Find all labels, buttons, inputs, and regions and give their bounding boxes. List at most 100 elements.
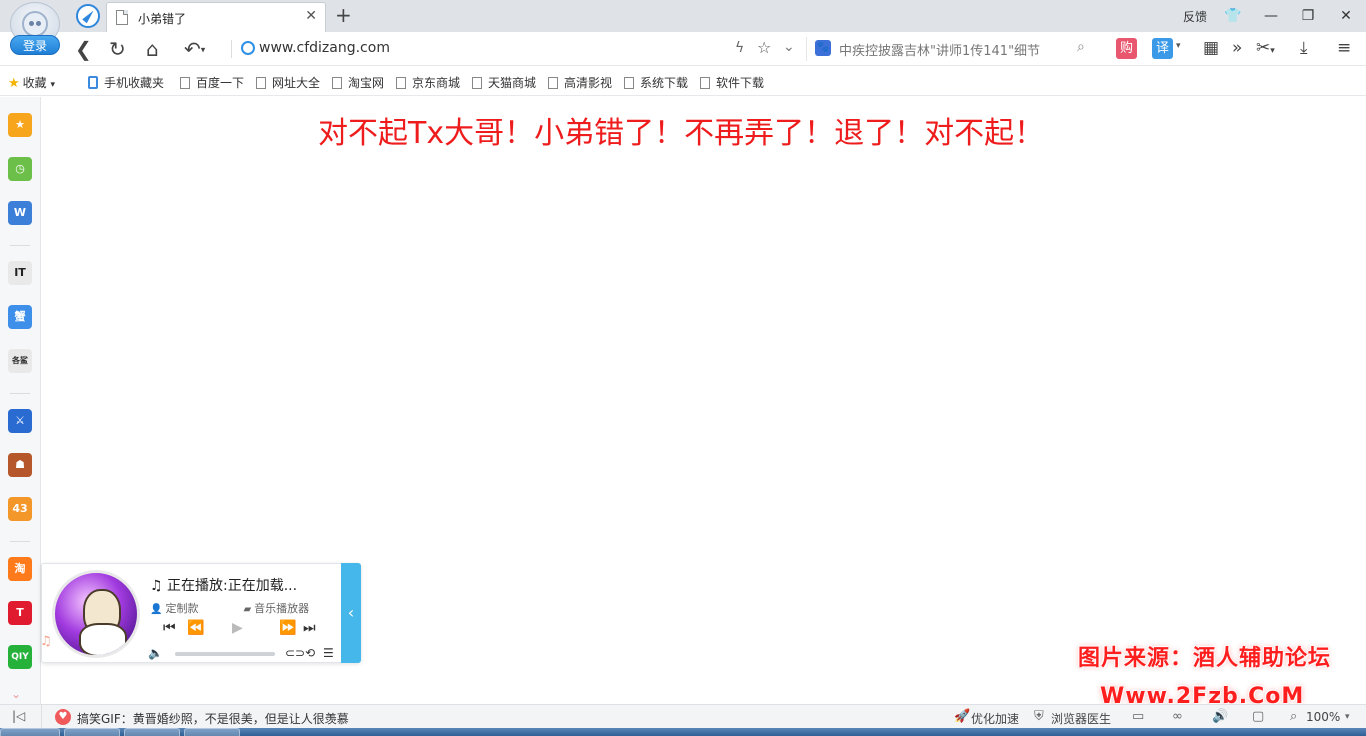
fast-forward-icon[interactable]: ⏩ <box>279 620 296 636</box>
page-icon <box>256 77 266 89</box>
watermark-source: 图片来源：酒人辅助论坛 <box>1078 646 1332 671</box>
security-shield-icon[interactable] <box>241 41 255 55</box>
browser-doctor-button[interactable]: 浏览器医生 <box>1051 710 1111 727</box>
minimize-icon[interactable]: — <box>1259 5 1283 27</box>
taskbar-item[interactable] <box>124 728 180 736</box>
bookmark-hao123[interactable]: 网址大全 <box>256 74 320 91</box>
album-cover[interactable] <box>52 570 140 658</box>
lightning-icon[interactable]: ϟ <box>735 40 744 56</box>
volume-icon[interactable]: 🔈 <box>148 646 163 660</box>
sidebar-iqiyi-icon[interactable]: QIY <box>8 645 32 669</box>
apps-grid-icon[interactable]: ▦ <box>1203 38 1219 58</box>
chevron-down-icon[interactable]: ▾ <box>1176 41 1181 51</box>
bookmark-label: 高清影视 <box>564 76 613 90</box>
player-label[interactable]: 音乐播放器 <box>254 602 309 615</box>
bookmark-label: 京东商城 <box>412 76 461 90</box>
optimize-button[interactable]: 优化加速 <box>971 710 1019 727</box>
taskbar-item[interactable] <box>184 728 240 736</box>
sidebar-favorites-icon[interactable]: ★ <box>8 113 32 137</box>
translate-button[interactable]: 译 <box>1152 38 1173 59</box>
shopping-button[interactable]: 购 <box>1116 38 1137 59</box>
sidebar-collapse-icon[interactable]: |◁ <box>12 709 25 723</box>
skip-last-icon[interactable]: ⏭ <box>303 620 316 636</box>
bookmark-label: 系统下载 <box>640 76 689 90</box>
bookmark-movies[interactable]: 高清影视 <box>548 74 612 91</box>
zoom-level[interactable]: 100% <box>1306 710 1340 724</box>
glasses-icon[interactable]: ∞ <box>1172 709 1183 724</box>
restore-icon[interactable]: ❐ <box>1296 5 1320 27</box>
skip-first-icon[interactable]: ⏮ <box>163 620 176 636</box>
menu-icon[interactable]: ≡ <box>1337 38 1351 58</box>
player-collapse-button[interactable]: ‹ <box>341 563 361 663</box>
repeat-icon[interactable]: ⟲ <box>305 646 315 660</box>
bookmark-label: 天猫商城 <box>488 76 537 90</box>
scissors-icon[interactable]: ✂▾ <box>1256 38 1275 61</box>
play-icon[interactable]: ▶ <box>232 620 243 636</box>
sidebar-scroll-down-icon[interactable]: ⌄ <box>11 687 21 701</box>
sidebar-history-icon[interactable]: ◷ <box>8 157 32 181</box>
close-tab-icon[interactable]: ✕ <box>305 8 317 24</box>
page-icon <box>396 77 406 89</box>
bookmark-label: 淘宝网 <box>348 76 385 90</box>
loop-icon[interactable]: ⊂⊃ <box>285 646 305 660</box>
playlist-icon[interactable]: ☰ <box>323 646 334 660</box>
login-button[interactable]: 登录 <box>10 35 60 55</box>
refresh-icon[interactable]: ↻ <box>109 37 126 61</box>
skin-icon[interactable]: 👕 <box>1221 5 1245 27</box>
news-ticker[interactable]: 搞笑GIF：黄晋婚纱照，不是很美，但是让人很羡慕 <box>77 710 349 727</box>
tab-title: 小弟错了 <box>138 12 187 26</box>
favorites-menu[interactable]: ★ 收藏 ▾ <box>8 74 55 91</box>
window-icon[interactable]: ▢ <box>1252 709 1264 724</box>
bookmark-software-download[interactable]: 软件下载 <box>700 74 764 91</box>
custom-label[interactable]: 定制款 <box>165 602 198 615</box>
sidebar-it-icon[interactable]: IT <box>8 261 32 285</box>
chevron-down-icon[interactable]: ⌄ <box>783 39 795 55</box>
progress-slider[interactable] <box>175 652 275 656</box>
music-note-icon: ♫ <box>40 634 52 649</box>
undo-icon[interactable]: ↶▾ <box>184 37 205 61</box>
bookmark-tmall[interactable]: 天猫商城 <box>472 74 536 91</box>
bookmark-system-download[interactable]: 系统下载 <box>624 74 688 91</box>
chevron-down-icon[interactable]: ▾ <box>1345 712 1350 722</box>
bookmark-jd[interactable]: 京东商城 <box>396 74 460 91</box>
sidebar-tmall-icon[interactable]: T <box>8 601 32 625</box>
network-icon[interactable]: ▭ <box>1132 709 1144 724</box>
sidebar-game-legend-icon[interactable]: ☗ <box>8 453 32 477</box>
close-window-icon[interactable]: ✕ <box>1334 5 1358 27</box>
speaker-icon[interactable]: 🔊 <box>1212 709 1228 724</box>
bookmark-label: 软件下载 <box>716 76 765 90</box>
sidebar-word-icon[interactable]: W <box>8 201 32 225</box>
search-icon[interactable]: ⌕ <box>1077 39 1085 55</box>
download-icon[interactable]: ⤓ <box>1300 38 1308 58</box>
tab-active[interactable]: 小弟错了 ✕ <box>106 2 326 32</box>
rewind-icon[interactable]: ⏪ <box>187 620 204 636</box>
bookmark-baidu[interactable]: 百度一下 <box>180 74 244 91</box>
sidebar-4399-icon[interactable]: 43 <box>8 497 32 521</box>
bookmarks-bar: ★ 收藏 ▾ 手机收藏夹 百度一下 网址大全 淘宝网 京东商城 天猫商城 高清影视… <box>0 67 1366 96</box>
zoom-icon[interactable]: ⌕ <box>1290 709 1297 724</box>
compass-icon[interactable] <box>76 4 100 28</box>
feedback-button[interactable]: 反馈 <box>1183 8 1207 25</box>
new-tab-button[interactable]: + <box>335 3 352 27</box>
back-icon[interactable]: ❮ <box>75 37 92 61</box>
sidebar-taobao-icon[interactable]: 淘 <box>8 557 32 581</box>
sidebar-crab-icon[interactable]: 蟹 <box>8 305 32 329</box>
page-icon <box>624 77 634 89</box>
sidebar-helper-icon[interactable]: 各鲨 <box>8 349 32 373</box>
search-input[interactable]: 🐾 中疾控披露吉林"讲师1传141"细节 ⌕ <box>806 37 1100 61</box>
user-avatar[interactable]: 登录 <box>6 2 64 60</box>
bookmark-star-icon[interactable]: ☆ <box>757 38 771 57</box>
start-button[interactable] <box>0 728 60 736</box>
sidebar-game-sword-icon[interactable]: ⚔ <box>8 409 32 433</box>
more-chevron-icon[interactable]: » <box>1232 38 1242 58</box>
bookmark-taobao[interactable]: 淘宝网 <box>332 74 384 91</box>
address-bar: ❮ ↻ ⌂ ↶▾ www.cfdizang.com ϟ ☆ ⌄ 🐾 中疾控披露吉… <box>0 32 1366 66</box>
bookmark-mobile[interactable]: 手机收藏夹 <box>88 74 164 91</box>
os-taskbar <box>0 728 1366 736</box>
home-icon[interactable]: ⌂ <box>146 37 159 61</box>
baidu-icon[interactable]: 🐾 <box>815 40 831 56</box>
phone-icon <box>88 76 98 89</box>
favorites-label: 收藏 <box>22 76 47 90</box>
url-input[interactable]: www.cfdizang.com <box>259 40 390 56</box>
taskbar-item[interactable] <box>64 728 120 736</box>
